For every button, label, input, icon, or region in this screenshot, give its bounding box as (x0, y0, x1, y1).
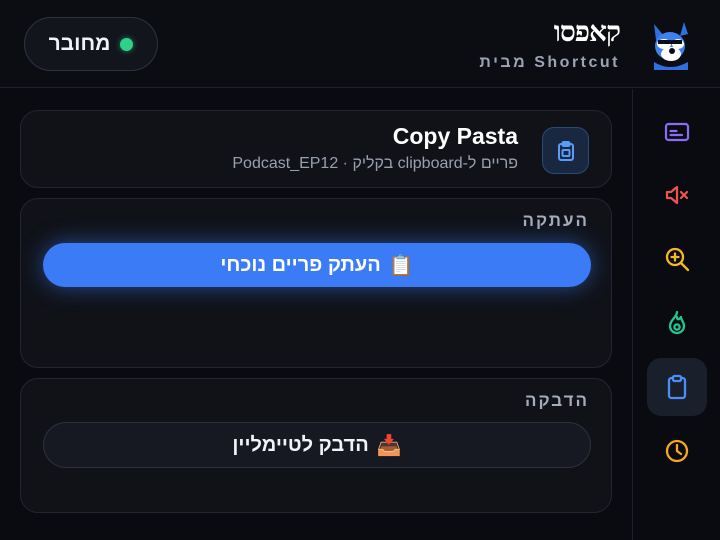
flame-icon (668, 310, 686, 335)
paste-section-label: הדבקה (524, 391, 589, 410)
brand-logo-text: קאפסו (553, 15, 621, 48)
tool-icon-box (542, 127, 589, 174)
inbox-tray-emoji-icon: 📥 (376, 433, 402, 457)
tool-title: Copy Pasta (392, 123, 518, 149)
clipboard-icon (557, 140, 574, 161)
sidebar-item-history[interactable] (647, 422, 707, 480)
mute-icon (665, 185, 689, 205)
captions-icon (664, 122, 690, 142)
zoom-in-icon (665, 247, 690, 272)
copy-section-label: העתקה (522, 211, 589, 230)
connection-status-label: מחובר (48, 32, 111, 55)
paste-section: הדבקה 📥 הדבק לטיימליין (20, 378, 612, 513)
clock-icon (665, 439, 689, 463)
tool-description: פריים ל-clipboard בקליק · Podcast_EP12 (232, 155, 518, 172)
sidebar-item-effects[interactable] (647, 294, 707, 352)
sidebar-item-captions[interactable] (647, 103, 707, 161)
tools-sidebar (632, 89, 720, 540)
sidebar-item-copy-pasta[interactable] (647, 358, 707, 416)
tool-info-card: Copy Pasta פריים ל-clipboard בקליק · Pod… (20, 110, 612, 188)
app-header: מחובר קאפסו מבית Shortcut (0, 0, 720, 88)
paste-to-timeline-label: הדבק לטיימליין (232, 433, 369, 456)
sidebar-item-zoom[interactable] (647, 230, 707, 288)
copy-current-frame-label: העתק פריים נוכחי (220, 253, 381, 276)
brand-subtitle: מבית Shortcut (479, 54, 620, 71)
dog-mascot-icon (654, 22, 688, 70)
brand-block: קאפסו מבית Shortcut (479, 15, 621, 72)
copy-section: העתקה 📋 העתק פריים נוכחי (20, 198, 612, 368)
clipboard-icon (667, 374, 687, 400)
clipboard-emoji-icon: 📋 (388, 253, 414, 277)
copy-current-frame-button[interactable]: 📋 העתק פריים נוכחי (43, 243, 591, 287)
sidebar-item-mute[interactable] (647, 166, 707, 224)
connected-dot-icon (120, 37, 134, 51)
paste-to-timeline-button[interactable]: 📥 הדבק לטיימליין (43, 422, 591, 468)
connection-status-pill[interactable]: מחובר (24, 17, 158, 71)
